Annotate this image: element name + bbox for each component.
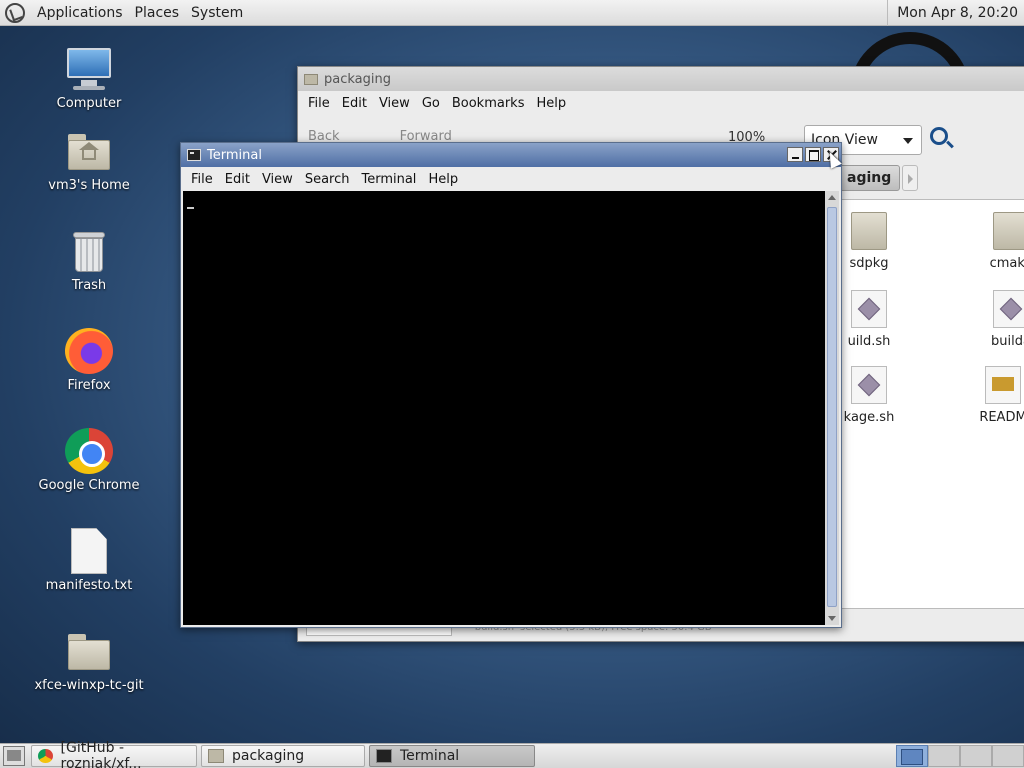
menu-edit[interactable]: Edit (336, 96, 373, 111)
search-icon[interactable] (930, 127, 948, 145)
desktop-icon-label: Computer (56, 96, 122, 111)
computer-icon (65, 46, 113, 92)
taskbar-item-chrome[interactable]: [GitHub - rozniak/xf... (31, 740, 197, 768)
maximize-button[interactable] (805, 147, 821, 162)
folder-icon (993, 212, 1024, 250)
workspace-4[interactable] (992, 745, 1024, 767)
file-item-label: cmake (989, 256, 1024, 271)
folder-icon (851, 212, 887, 250)
menu-help[interactable]: Help (530, 96, 572, 111)
home-folder-icon (65, 128, 113, 174)
workspace-3[interactable] (960, 745, 992, 767)
script-file-icon (851, 366, 887, 404)
terminal-icon (187, 149, 201, 161)
script-file-icon (851, 290, 887, 328)
desktop-icon-label: xfce-winxp-tc-git (34, 678, 144, 693)
chevron-down-icon (903, 138, 913, 144)
path-crumb-current[interactable]: aging (838, 165, 901, 191)
desktop-icon-chrome[interactable]: Google Chrome (24, 428, 154, 493)
workspace-switcher (896, 745, 1024, 767)
workspace-1[interactable] (896, 745, 928, 767)
folder-icon (65, 628, 113, 674)
terminal-icon (376, 749, 392, 763)
menu-terminal[interactable]: Terminal (355, 172, 422, 187)
scroll-up-icon[interactable] (828, 195, 836, 200)
menu-file[interactable]: File (302, 96, 336, 111)
taskbar-item-packaging[interactable]: packaging (201, 745, 365, 767)
text-cursor (187, 207, 194, 209)
chrome-icon (65, 428, 113, 474)
menu-view[interactable]: View (256, 172, 299, 187)
file-item[interactable]: READM (963, 366, 1024, 425)
window-title: packaging (324, 71, 391, 87)
desktop-icon-label: vm3's Home (48, 178, 130, 193)
terminal-scrollbar[interactable] (825, 191, 839, 625)
window-title: Terminal (207, 147, 262, 163)
taskbar-item-label: Terminal (400, 748, 460, 764)
text-file-icon (71, 528, 107, 574)
desktop-icon-label: Google Chrome (38, 478, 140, 493)
file-item[interactable]: cmake (971, 212, 1024, 271)
script-file-icon (993, 290, 1024, 328)
clock[interactable]: Mon Apr 8, 20:20 (887, 0, 1024, 26)
terminal-titlebar[interactable]: Terminal (181, 143, 841, 167)
menu-search[interactable]: Search (299, 172, 356, 187)
terminal-window[interactable]: Terminal File Edit View Search Terminal … (180, 142, 842, 628)
scroll-down-icon[interactable] (828, 616, 836, 621)
path-bar: aging (838, 165, 919, 191)
file-item-label: READM (979, 410, 1024, 425)
menu-edit[interactable]: Edit (219, 172, 256, 187)
menu-bookmarks[interactable]: Bookmarks (446, 96, 531, 111)
workspace-2[interactable] (928, 745, 960, 767)
folder-icon (208, 749, 224, 763)
menu-file[interactable]: File (185, 172, 219, 187)
chevron-right-icon[interactable] (902, 165, 919, 191)
desktop-icon-label: Trash (71, 278, 107, 293)
menu-applications[interactable]: Applications (31, 5, 129, 21)
folder-icon (304, 73, 318, 85)
menu-system[interactable]: System (185, 5, 249, 21)
desktop-icon-manifesto[interactable]: manifesto.txt (24, 528, 154, 593)
desktop-icon-computer[interactable]: Computer (24, 46, 154, 111)
desktop-icon-xfce-folder[interactable]: xfce-winxp-tc-git (24, 628, 154, 693)
desktop-icon-label: manifesto.txt (45, 578, 133, 593)
show-desktop-button[interactable] (3, 746, 25, 766)
terminal-menubar: File Edit View Search Terminal Help (181, 167, 841, 191)
terminal-output[interactable] (183, 191, 825, 625)
file-item[interactable]: builda (971, 290, 1024, 349)
chrome-icon (38, 749, 53, 763)
file-manager-menubar: File Edit View Go Bookmarks Help (298, 91, 1024, 115)
menu-go[interactable]: Go (416, 96, 446, 111)
desktop-icon-home[interactable]: vm3's Home (24, 128, 154, 193)
menu-view[interactable]: View (373, 96, 416, 111)
menu-places[interactable]: Places (129, 5, 186, 21)
desktop-icon-firefox[interactable]: Firefox (24, 328, 154, 393)
distro-logo-icon[interactable] (5, 2, 25, 23)
taskbar-item-label: [GitHub - rozniak/xf... (60, 740, 142, 768)
desktop-icon-label: Firefox (67, 378, 111, 393)
taskbar-item-label: packaging (232, 748, 305, 764)
taskbar-item-terminal[interactable]: Terminal (369, 745, 535, 767)
file-item-label: builda (991, 334, 1024, 349)
taskbar: [GitHub - rozniak/xf... packaging Termin… (0, 740, 1024, 768)
scrollbar-thumb[interactable] (827, 207, 837, 607)
top-panel: Applications Places System Mon Apr 8, 20… (0, 0, 1024, 26)
trash-icon (65, 228, 113, 274)
file-manager-titlebar[interactable]: packaging (298, 67, 1024, 91)
readme-file-icon (985, 366, 1021, 404)
menu-help[interactable]: Help (422, 172, 464, 187)
minimize-button[interactable] (787, 147, 803, 162)
firefox-icon (65, 328, 113, 374)
desktop-icon-trash[interactable]: Trash (24, 228, 154, 293)
